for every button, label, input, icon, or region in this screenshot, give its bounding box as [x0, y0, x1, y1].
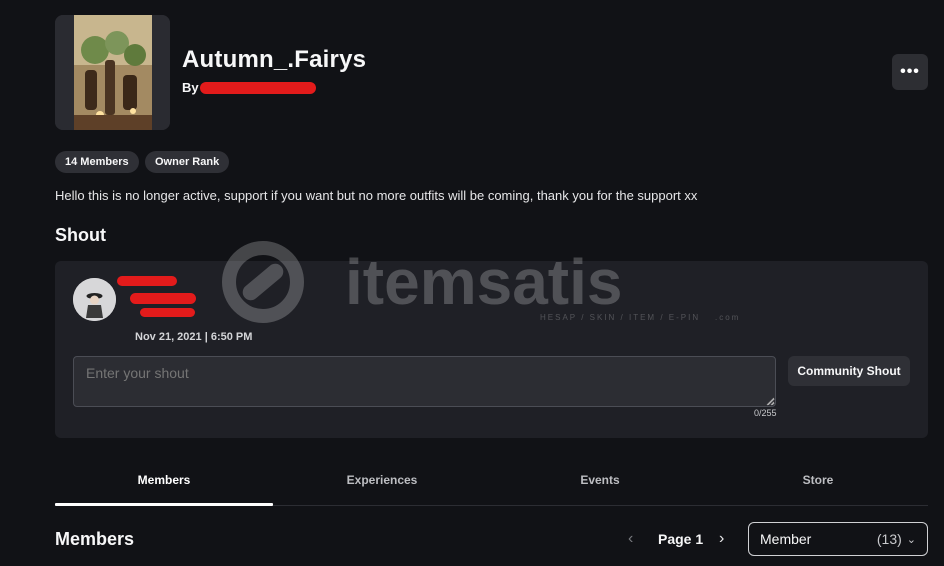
role-label: Member	[760, 531, 812, 547]
redaction-mark	[140, 308, 195, 317]
group-description: Hello this is no longer active, support …	[55, 188, 698, 203]
owner-byline[interactable]: By	[182, 80, 199, 95]
character-counter: 0/255	[754, 408, 777, 418]
active-tab-indicator	[55, 503, 273, 506]
chevron-right-icon[interactable]: ›	[719, 530, 724, 548]
resize-handle-icon[interactable]	[765, 396, 775, 406]
redaction-mark	[117, 276, 177, 286]
shout-heading: Shout	[55, 225, 106, 245]
ellipsis-icon: •••	[900, 63, 920, 80]
member-count-chip: 14 Members	[55, 151, 139, 173]
tab-store[interactable]: Store	[709, 466, 927, 505]
by-label: By	[182, 80, 199, 95]
chevron-left-icon[interactable]: ‹	[628, 530, 633, 548]
role-count: (13)	[876, 531, 902, 547]
group-name: Autumn_.Fairys	[182, 46, 367, 73]
more-options-button[interactable]: •••	[892, 54, 928, 90]
chevron-down-icon: ⌄	[906, 533, 916, 546]
role-dropdown[interactable]: Member (13) ⌄	[748, 522, 928, 556]
page-indicator: Page 1	[658, 531, 704, 547]
redaction-mark	[200, 82, 316, 94]
members-heading: Members	[55, 529, 135, 549]
redaction-mark	[130, 293, 196, 304]
shout-input[interactable]	[73, 356, 776, 407]
group-thumbnail	[55, 15, 170, 130]
community-shout-button[interactable]: Community Shout	[788, 356, 910, 386]
shout-panel	[55, 261, 928, 438]
tab-events[interactable]: Events	[491, 466, 709, 505]
rank-chip: Owner Rank	[145, 151, 230, 173]
tab-experiences[interactable]: Experiences	[273, 466, 491, 505]
shout-timestamp: Nov 21, 2021 | 6:50 PM	[135, 331, 253, 343]
avatar[interactable]	[73, 278, 116, 321]
tab-members[interactable]: Members	[55, 466, 273, 505]
